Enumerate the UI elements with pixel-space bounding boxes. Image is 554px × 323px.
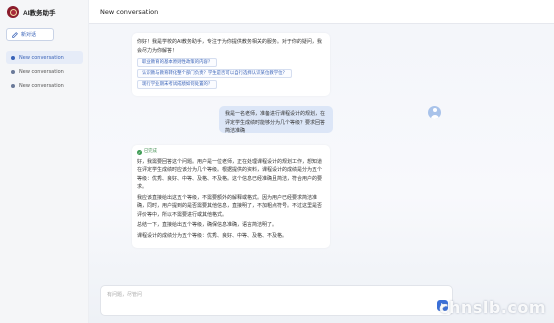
- status-badge: ✓ 已完成: [137, 149, 157, 156]
- answer-paragraph: 我应该直接给出这五个等级，不需要额外的解释或格式。因为用户已经要求简洁准确，同时…: [137, 194, 323, 218]
- status-label: 已完成: [144, 149, 157, 155]
- new-chat-label: 新对话: [21, 32, 37, 38]
- answer-paragraph: 总结一下，直接给出五个等级，确保信息准确，语言简洁明了。: [137, 222, 278, 228]
- greeting-text: 你好！我是学校的AI教务助手，专注于为你提供教务相关的服务。对于你的疑问，我会尽…: [137, 39, 322, 54]
- answer-paragraph: 课程设计的成绩分为五个等级：优秀、良好、中等、及格、不及格。: [137, 232, 288, 239]
- user-message: 我是一名老师，准备进行课程设计的规划，在评定学生成绩时能够分为几个等级？要求回答…: [219, 106, 333, 134]
- suggested-question[interactable]: 认识教与教育转化整个部门负责？学生是否可以自行选择认识某位教学位？: [137, 69, 292, 78]
- conversation-item[interactable]: New conversation: [6, 79, 83, 92]
- conversation-label: New conversation: [19, 82, 64, 89]
- brand: AI教务助手: [7, 6, 56, 18]
- user-avatar: [428, 106, 441, 119]
- sidebar: AI教务助手 新对话 New conversation New conversa…: [0, 0, 89, 323]
- suggested-question[interactable]: 现行学业期末考试成绩如何处置的？: [137, 80, 218, 89]
- chat-bubble-icon: [11, 55, 15, 60]
- conversation-item[interactable]: New conversation: [6, 51, 83, 64]
- answer-paragraph: 好，我需要回答这个问题。用户是一位老师，正在处理课程设计的规划工作，想知道在评定…: [137, 158, 323, 191]
- chat-bubble-icon: [11, 69, 15, 74]
- message-input[interactable]: [107, 291, 427, 305]
- new-chat-button[interactable]: 新对话: [6, 28, 54, 41]
- school-logo-icon: [7, 6, 19, 18]
- conversation-item[interactable]: New conversation: [6, 65, 83, 78]
- check-icon: ✓: [137, 150, 142, 155]
- page-title: New conversation: [100, 7, 159, 16]
- top-bar: New conversation: [89, 0, 554, 24]
- conversation-label: New conversation: [19, 54, 64, 61]
- user-message-text: 我是一名老师，准备进行课程设计的规划，在评定学生成绩时能够分为几个等级？要求回答…: [225, 111, 326, 134]
- app-title: AI教务助手: [23, 10, 56, 17]
- watermark: chnslb.com: [439, 298, 546, 317]
- conversation-list: New conversation New conversation New co…: [6, 51, 83, 93]
- assistant-greeting-message: 你好！我是学校的AI教务助手，专注于为你提供教务相关的服务。对于你的疑问，我会尽…: [132, 33, 330, 96]
- chat-bubble-icon: [11, 83, 15, 88]
- assistant-answer-message: ✓ 已完成 好，我需要回答这个问题。用户是一位老师，正在处理课程设计的规划工作，…: [132, 145, 330, 248]
- suggested-question[interactable]: 职业教育的基本原则性政策的内容？: [137, 58, 218, 67]
- conversation-label: New conversation: [19, 68, 64, 75]
- edit-icon: [12, 31, 18, 38]
- composer: [100, 285, 453, 316]
